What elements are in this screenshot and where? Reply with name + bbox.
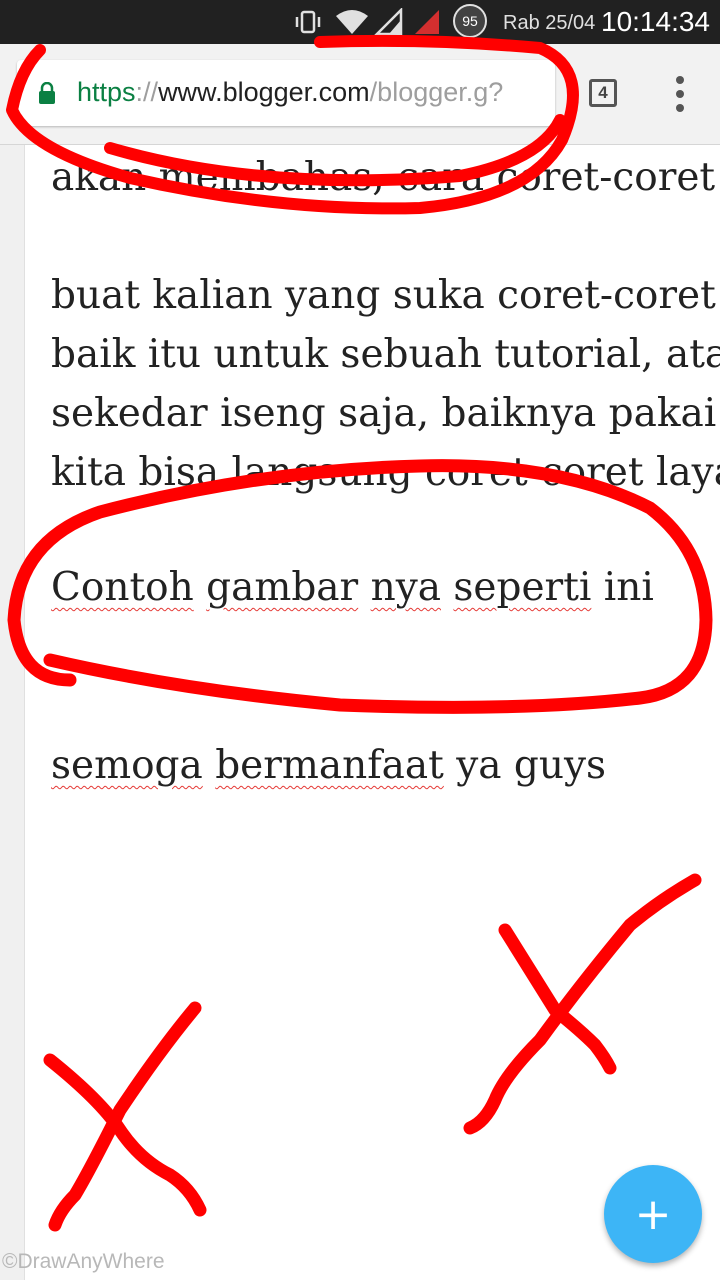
overflow-menu-icon[interactable] [670, 76, 690, 112]
post-line: kita bisa langsung coret-coret layar [51, 450, 720, 495]
signal-icon [372, 0, 404, 44]
post-line: baik itu untuk sebuah tutorial, atau [51, 332, 720, 377]
battery-indicator: 95 [453, 4, 487, 38]
url-scheme: https [77, 77, 136, 107]
post-word: ya guys [456, 743, 607, 788]
status-time: 10:14:34 [601, 6, 710, 37]
tab-switcher-button[interactable]: 4 [589, 79, 617, 107]
url-bar[interactable]: https://www.blogger.com/blogger.g? [17, 60, 555, 126]
misspelled-word[interactable]: seperti [453, 565, 591, 610]
post-line: sekedar iseng saja, baiknya pakai [51, 391, 717, 436]
closing-line: semoga bermanfaat ya guys [51, 743, 606, 788]
misspelled-word[interactable]: bermanfaat [215, 743, 444, 788]
url-text[interactable]: https://www.blogger.com/blogger.g? [77, 77, 503, 108]
no-signal-icon [410, 0, 442, 44]
url-path: /blogger.g? [369, 77, 504, 107]
status-bar: 95 Rab 25/04 10:14:34 [0, 0, 720, 44]
wifi-icon [332, 0, 372, 44]
misspelled-word[interactable]: Contoh [51, 565, 194, 610]
misspelled-word[interactable]: gambar [206, 565, 358, 610]
drawanywhere-watermark: ©DrawAnyWhere [2, 1250, 165, 1273]
editor-gutter [0, 145, 25, 1280]
post-line: buat kalian yang suka coret-coret [51, 273, 716, 318]
misspelled-word[interactable]: semoga [51, 743, 203, 788]
browser-toolbar: https://www.blogger.com/blogger.g? 4 [0, 44, 720, 145]
url-host: www.blogger.com [158, 77, 370, 107]
lock-icon [39, 82, 55, 104]
add-fab-button[interactable]: + [604, 1165, 702, 1263]
status-date: Rab 25/04 [503, 12, 596, 34]
example-line: Contoh gambar nya seperti ini [51, 565, 654, 610]
misspelled-word[interactable]: nya [371, 565, 441, 610]
post-editor[interactable]: akan membahas, cara coret-coret buat kal… [51, 145, 720, 1280]
post-word: ini [603, 565, 654, 610]
url-separator: :// [135, 77, 159, 107]
post-line: akan membahas, cara coret-coret [51, 155, 716, 200]
vibrate-icon [292, 0, 324, 44]
